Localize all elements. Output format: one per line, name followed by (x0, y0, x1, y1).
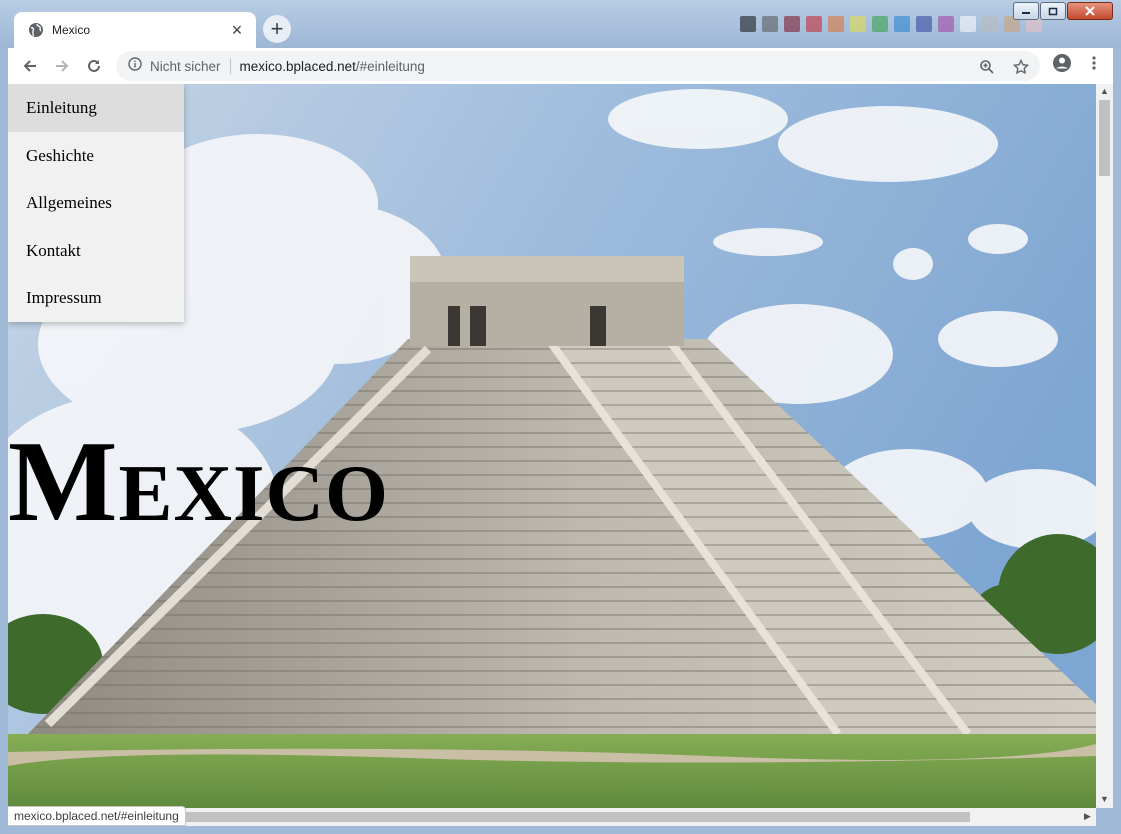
background-swatches (740, 16, 1042, 46)
menu-item-impressum[interactable]: Impressum (8, 274, 184, 322)
menu-item-kontakt[interactable]: Kontakt (8, 227, 184, 275)
title-bar: Mexico × + (0, 0, 1121, 48)
vertical-scroll-thumb[interactable] (1099, 100, 1110, 176)
close-icon[interactable] (1067, 2, 1113, 20)
arrow-right-icon[interactable] (46, 50, 78, 82)
menu-item-geshichte[interactable]: Geshichte (8, 132, 184, 180)
browser-window: Mexico × + Nicht sicher mexico.bplaced.n… (0, 0, 1121, 834)
page-viewport: Einleitung Geshichte Allgemeines Kontakt… (8, 84, 1096, 808)
security-label[interactable]: Nicht sicher (150, 59, 221, 74)
scroll-down-icon[interactable]: ▼ (1100, 794, 1109, 804)
reload-icon[interactable] (78, 50, 110, 82)
minimize-icon[interactable] (1013, 2, 1039, 20)
hero-title: Mexico (8, 418, 390, 546)
window-frame-bottom (0, 826, 1121, 834)
side-menu: Einleitung Geshichte Allgemeines Kontakt… (8, 84, 184, 322)
status-bar-url: mexico.bplaced.net/#einleitung (8, 806, 186, 826)
bookmark-star-icon[interactable] (1008, 54, 1034, 80)
new-tab-button[interactable]: + (263, 15, 291, 43)
omnibox-actions (974, 54, 1034, 80)
url-path: /#einleitung (355, 58, 425, 74)
address-separator (229, 58, 231, 74)
zoom-icon[interactable] (974, 54, 1000, 80)
address-bar[interactable]: Nicht sicher mexico.bplaced.net/#einleit… (116, 51, 1040, 81)
menu-item-einleitung[interactable]: Einleitung (8, 84, 184, 132)
horizontal-scroll-thumb[interactable] (186, 812, 970, 822)
kebab-menu-icon[interactable] (1081, 50, 1107, 76)
info-icon[interactable] (128, 56, 142, 76)
menu-item-allgemeines[interactable]: Allgemeines (8, 179, 184, 227)
close-tab-icon[interactable]: × (228, 21, 246, 39)
scroll-up-icon[interactable]: ▲ (1100, 86, 1109, 96)
browser-toolbar: Nicht sicher mexico.bplaced.net/#einleit… (8, 48, 1113, 84)
account-icon[interactable] (1049, 50, 1075, 76)
window-controls (1012, 2, 1113, 20)
globe-icon (28, 22, 44, 38)
tab-title: Mexico (52, 23, 91, 37)
browser-tab[interactable]: Mexico × (14, 12, 256, 48)
toolbar-actions (1049, 50, 1107, 76)
scroll-right-icon[interactable]: ▶ (1084, 811, 1091, 822)
url-host: mexico.bplaced.net (239, 58, 356, 74)
arrow-left-icon[interactable] (14, 50, 46, 82)
restore-icon[interactable] (1040, 2, 1066, 20)
vertical-scrollbar[interactable]: ▲ ▼ (1096, 84, 1113, 808)
